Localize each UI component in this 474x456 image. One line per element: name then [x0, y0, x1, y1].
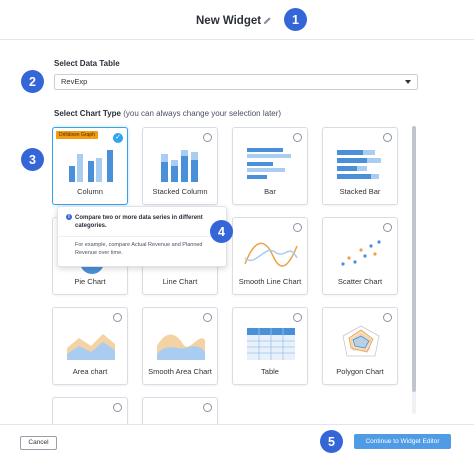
chart-type-hint: (you can always change your selection la…	[123, 109, 282, 118]
step-marker-5: 5	[320, 430, 343, 453]
radio-button[interactable]	[113, 403, 122, 412]
radio-button[interactable]	[383, 223, 392, 232]
radio-button[interactable]	[293, 223, 302, 232]
step-marker-2: 2	[21, 70, 44, 93]
chart-card-table[interactable]: Table	[232, 307, 308, 385]
chart-card-column[interactable]: Drilldown Graph ✓ Column	[52, 127, 128, 205]
data-table-value: RevExp	[61, 77, 88, 86]
chart-card-label: Table	[261, 367, 279, 376]
chart-card-stacked-bar[interactable]: Stacked Bar	[322, 127, 398, 205]
chart-card-label: Smooth Line Chart	[238, 277, 302, 286]
grid-scrollbar[interactable]	[412, 126, 416, 414]
chart-card-more-1[interactable]	[52, 397, 128, 424]
page-title: New Widget	[196, 15, 262, 27]
drilldown-badge: Drilldown Graph	[56, 131, 98, 139]
chart-card-smooth-area[interactable]: Smooth Area Chart	[142, 307, 218, 385]
step-marker-1: 1	[284, 8, 307, 31]
radio-button[interactable]	[383, 133, 392, 142]
chart-card-bar[interactable]: Bar	[232, 127, 308, 205]
chart-card-label: Smooth Area Chart	[148, 367, 212, 376]
step-marker-3: 3	[21, 148, 44, 171]
data-table-select[interactable]: RevExp	[54, 74, 418, 90]
tooltip-body: For example, compare Actual Revenue and …	[75, 242, 203, 256]
chart-card-label: Area chart	[72, 367, 108, 376]
smooth-line-icon	[244, 242, 298, 267]
chart-card-smooth-line[interactable]: Smooth Line Chart	[232, 217, 308, 295]
table-icon	[247, 328, 295, 360]
area-chart-icon	[67, 334, 115, 360]
tooltip-heading: i Compare two or more data series in dif…	[66, 214, 216, 230]
radio-button[interactable]	[293, 313, 302, 322]
bar-chart-icon	[247, 148, 291, 179]
divider	[58, 236, 226, 237]
chart-type-label-text: Select Chart Type	[54, 109, 121, 118]
chart-card-scatter[interactable]: Scatter Chart	[322, 217, 398, 295]
stacked-column-icon	[161, 150, 198, 182]
chart-card-label: Scatter Chart	[337, 277, 383, 286]
radio-button[interactable]	[203, 313, 212, 322]
radio-button[interactable]	[203, 133, 212, 142]
chart-card-area[interactable]: Area chart	[52, 307, 128, 385]
data-table-label: Select Data Table	[54, 59, 120, 68]
chart-type-tooltip: i Compare two or more data series in dif…	[57, 206, 227, 267]
dialog-header: New Widget	[0, 0, 474, 40]
continue-button[interactable]: Continue to Widget Editor	[354, 434, 451, 449]
chart-card-label: Column	[77, 187, 103, 196]
chart-card-label: Bar	[264, 187, 276, 196]
scatter-chart-icon	[341, 240, 381, 266]
smooth-area-icon	[157, 334, 205, 360]
chart-card-label: Stacked Column	[152, 187, 208, 196]
tooltip-heading-text: Compare two or more data series in diffe…	[75, 215, 203, 229]
radio-button[interactable]	[203, 403, 212, 412]
chart-type-grid: Drilldown Graph ✓ Column Stacked Column	[52, 124, 422, 424]
chart-card-stacked-column[interactable]: Stacked Column	[142, 127, 218, 205]
column-chart-icon	[69, 150, 113, 182]
radio-button[interactable]	[113, 313, 122, 322]
chart-card-label: Pie Chart	[74, 277, 106, 286]
pencil-icon[interactable]	[263, 16, 272, 25]
chevron-down-icon	[405, 80, 411, 84]
scroll-thumb[interactable]	[412, 126, 416, 392]
chart-card-label: Line Chart	[162, 277, 198, 286]
radio-button[interactable]	[383, 313, 392, 322]
radio-button[interactable]	[293, 133, 302, 142]
chart-type-label: Select Chart Type (you can always change…	[54, 109, 281, 118]
check-icon: ✓	[113, 133, 123, 143]
chart-card-label: Polygon Chart	[336, 367, 384, 376]
chart-card-more-2[interactable]	[142, 397, 218, 424]
step-marker-4: 4	[210, 220, 233, 243]
chart-card-polygon[interactable]: Polygon Chart	[322, 307, 398, 385]
polygon-chart-icon	[342, 325, 380, 357]
info-icon: i	[66, 214, 72, 220]
dialog-footer: Cancel Continue to Widget Editor	[0, 424, 474, 456]
cancel-button[interactable]: Cancel	[20, 436, 57, 450]
stacked-bar-icon	[337, 150, 381, 179]
chart-card-label: Stacked Bar	[339, 187, 381, 196]
